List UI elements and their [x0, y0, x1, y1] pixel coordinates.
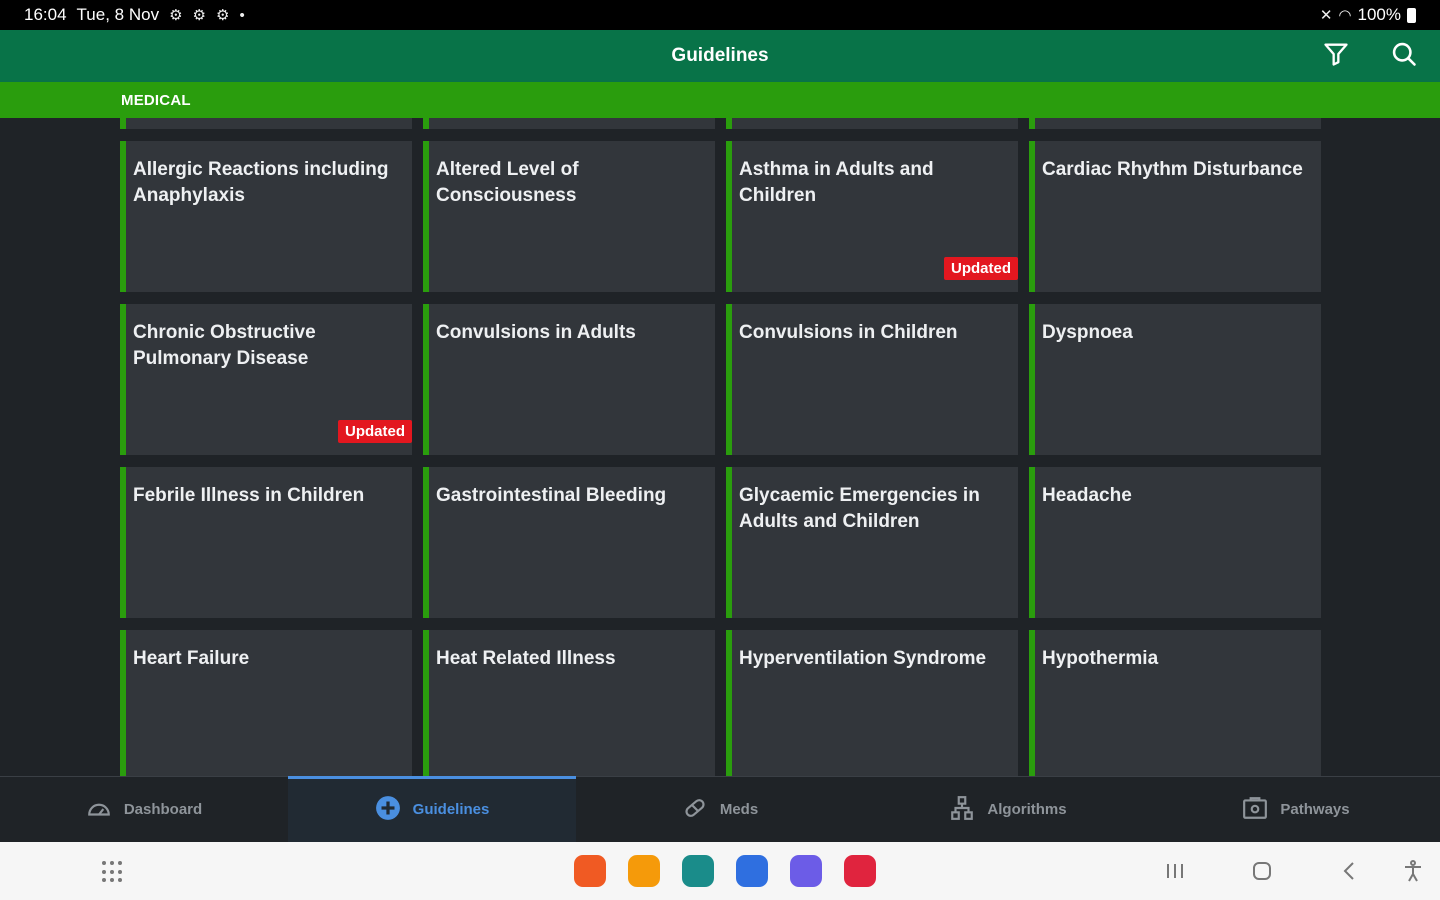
accessibility-icon[interactable]: [1398, 856, 1428, 886]
guideline-card[interactable]: Convulsions in Adults: [423, 304, 715, 455]
pathways-icon: [1242, 795, 1268, 825]
guideline-card[interactable]: Headache: [1029, 467, 1321, 618]
guideline-card[interactable]: Hypothermia: [1029, 630, 1321, 776]
status-date: Tue, 8 Nov: [76, 5, 160, 24]
app-1-icon[interactable]: [574, 855, 606, 887]
guideline-card[interactable]: Chronic Obstructive Pulmonary Disease Upd…: [120, 304, 412, 455]
nav-pathways-label: Pathways: [1280, 801, 1350, 818]
recent-apps-icon[interactable]: [1160, 856, 1190, 886]
guideline-card[interactable]: Convulsions in Children: [726, 304, 1018, 455]
app-3-icon[interactable]: [682, 855, 714, 887]
settings-icon: ⚙: [192, 7, 206, 24]
guideline-card-title: Cardiac Rhythm Disturbance: [1042, 159, 1303, 180]
guideline-card[interactable]: Cardiac Rhythm Disturbance: [1029, 141, 1321, 292]
wifi-icon: ◠: [1338, 7, 1352, 24]
guideline-card-title: Convulsions in Children: [739, 322, 958, 343]
search-icon[interactable]: [1390, 40, 1418, 73]
home-icon[interactable]: [1247, 856, 1277, 886]
updated-badge: Updated: [338, 420, 412, 443]
guideline-card-title: Hypothermia: [1042, 648, 1159, 669]
guideline-card-title: Heat Related Illness: [436, 648, 616, 669]
page-title: Guidelines: [671, 45, 769, 66]
guideline-card-title: Asthma in Adults and Children: [739, 159, 934, 206]
guideline-card-title: Convulsions in Adults: [436, 322, 636, 343]
guideline-card[interactable]: Dyspnoea: [1029, 304, 1321, 455]
section-label: MEDICAL: [121, 92, 191, 109]
guideline-card-title: Altered Level of Consciousness: [436, 159, 579, 206]
guideline-card[interactable]: Heat Related Illness: [423, 630, 715, 776]
app-5-icon[interactable]: [790, 855, 822, 887]
dot-icon: •: [239, 6, 245, 24]
guideline-card-title: Allergic Reactions including Anaphylaxis: [133, 159, 389, 206]
guidelines-grid: Abdominal Pain Acute Behavioural Disturba…: [120, 118, 1321, 776]
bottom-nav: Dashboard Guidelines Meds Algorithms Pat…: [0, 776, 1440, 842]
nav-dashboard-label: Dashboard: [123, 801, 203, 818]
guideline-card-title: Glycaemic Emergencies in Adults and Chil…: [739, 485, 980, 532]
battery-level: 100%: [1357, 5, 1401, 24]
guideline-card-title: Febrile Illness in Children: [133, 485, 365, 506]
guideline-card[interactable]: Febrile Illness in Children: [120, 467, 412, 618]
nav-algorithms-label: Algorithms: [987, 801, 1067, 818]
notification-icon-2: ⚙: [215, 7, 230, 24]
guideline-card[interactable]: Altered Level of Consciousness: [423, 141, 715, 292]
app-drawer-icon[interactable]: [102, 861, 124, 883]
app-6-icon[interactable]: [844, 855, 876, 887]
guideline-card[interactable]: Hyperventilation Syndrome: [726, 630, 1018, 776]
nav-dashboard[interactable]: Dashboard: [0, 777, 288, 842]
status-bar: 16:04 Tue, 8 Nov ⚙ ⚙ ⚙ • ✕ ◠ 100%: [0, 0, 1440, 30]
guideline-card[interactable]: Acute Behavioural Disturbance (ABD): [423, 118, 715, 129]
filter-icon[interactable]: [1322, 40, 1350, 73]
mute-icon: ✕: [1319, 7, 1333, 24]
guideline-card[interactable]: Allergic Reactions including Anaphylaxis: [120, 141, 412, 292]
guideline-card-title: Gastrointestinal Bleeding: [436, 485, 667, 506]
guideline-card-title: Chronic Obstructive Pulmonary Disease: [133, 322, 316, 369]
guideline-card[interactable]: Acute Coronary Syndrome: [726, 118, 1018, 129]
guideline-card[interactable]: Abdominal Pain: [120, 118, 412, 129]
system-taskbar: [0, 842, 1440, 900]
dashboard-icon: [86, 795, 112, 825]
updated-badge: Updated: [944, 257, 1018, 280]
messages-icon[interactable]: [736, 855, 768, 887]
guideline-card[interactable]: Glycaemic Emergencies in Adults and Chil…: [726, 467, 1018, 618]
guideline-card-title: Dyspnoea: [1042, 322, 1133, 343]
app-dock: [574, 855, 876, 887]
nav-meds[interactable]: Meds: [576, 777, 864, 842]
section-header: MEDICAL: [0, 82, 1440, 118]
algorithm-icon: [949, 795, 975, 825]
nav-guidelines-label: Guidelines: [412, 801, 490, 818]
guidelines-list[interactable]: Abdominal Pain Acute Behavioural Disturba…: [0, 118, 1440, 776]
guideline-card[interactable]: Gastrointestinal Bleeding: [423, 467, 715, 618]
nav-meds-label: Meds: [719, 801, 759, 818]
guidelines-icon: [375, 795, 401, 825]
guideline-card[interactable]: Alcohol-use Disorders: [1029, 118, 1321, 129]
battery-icon: [1407, 7, 1416, 23]
nav-algorithms[interactable]: Algorithms: [864, 777, 1152, 842]
app-2-icon[interactable]: [628, 855, 660, 887]
pill-icon: [682, 795, 708, 825]
guideline-card-title: Hyperventilation Syndrome: [739, 648, 987, 669]
guideline-card-title: Headache: [1042, 485, 1132, 506]
nav-guidelines[interactable]: Guidelines: [288, 776, 576, 842]
status-time: 16:04: [24, 5, 67, 24]
back-icon[interactable]: [1334, 856, 1364, 886]
app-bar: Guidelines: [0, 30, 1440, 82]
guideline-card[interactable]: Asthma in Adults and Children Updated: [726, 141, 1018, 292]
nav-pathways[interactable]: Pathways: [1152, 777, 1440, 842]
guideline-card-title: Heart Failure: [133, 648, 250, 669]
guideline-card[interactable]: Heart Failure: [120, 630, 412, 776]
notification-icon: ⚙: [169, 7, 183, 24]
